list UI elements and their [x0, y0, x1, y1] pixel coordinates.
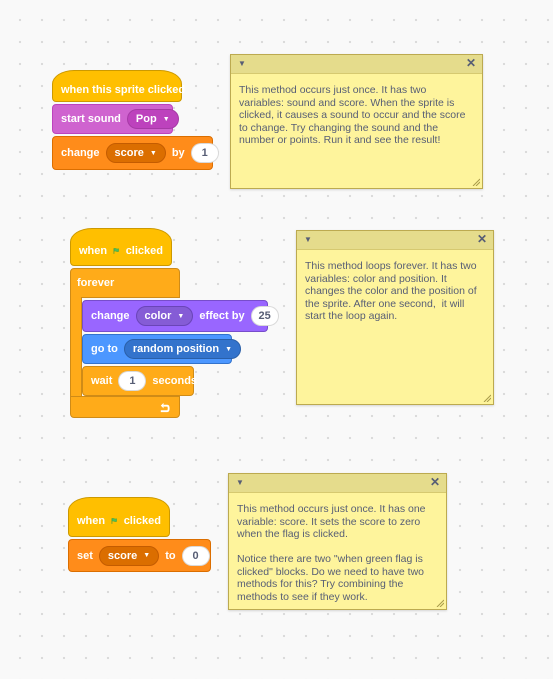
triangle-down-icon[interactable]: ▼ — [236, 478, 244, 487]
effect-by-label: effect by — [199, 310, 245, 322]
variable-dropdown-value: score — [114, 147, 144, 159]
comment-text[interactable]: This method occurs just once. It has one… — [229, 493, 446, 603]
variable-dropdown[interactable]: score ▼ — [105, 143, 166, 163]
resize-grip-icon[interactable] — [483, 394, 491, 402]
chevron-down-icon: ▼ — [143, 552, 151, 559]
comment-top-bar[interactable]: ▼ ✕ — [229, 474, 446, 493]
close-icon[interactable]: ✕ — [430, 475, 440, 489]
go-to-block[interactable]: go to random position ▼ — [82, 334, 241, 364]
by-label: by — [171, 147, 185, 159]
comment-note-3[interactable]: ▼ ✕ This method occurs just once. It has… — [228, 473, 447, 610]
resize-grip-icon[interactable] — [436, 599, 444, 607]
effect-value-input[interactable]: 25 — [250, 306, 279, 326]
set-label: set — [77, 549, 93, 562]
triangle-down-icon[interactable]: ▼ — [238, 59, 246, 68]
go-to-dropdown[interactable]: random position ▼ — [123, 339, 241, 359]
wait-label: wait — [91, 375, 113, 387]
go-to-label: go to — [91, 343, 118, 355]
change-score-block[interactable]: change score ▼ by 1 — [52, 136, 219, 170]
sound-dropdown-value: Pop — [135, 113, 157, 125]
change-value-input[interactable]: 1 — [190, 143, 219, 163]
when-flag-clicked-hat-2[interactable]: when clicked — [68, 497, 170, 537]
sound-dropdown[interactable]: Pop ▼ — [126, 109, 179, 129]
when-flag-clicked-hat[interactable]: when clicked — [70, 228, 172, 266]
hat-when-label: when — [79, 245, 108, 257]
set-value-input[interactable]: 0 — [181, 545, 210, 566]
close-icon[interactable]: ✕ — [466, 56, 476, 70]
comment-top-bar[interactable]: ▼ ✕ — [297, 231, 493, 250]
hat-label: when this sprite clicked — [61, 84, 186, 96]
variable-dropdown-value: score — [107, 549, 138, 562]
chevron-down-icon: ▼ — [149, 149, 157, 157]
forever-label: forever — [77, 277, 115, 289]
wait-value-input[interactable]: 1 — [118, 371, 147, 391]
resize-grip-icon[interactable] — [472, 178, 480, 186]
chevron-down-icon: ▼ — [177, 312, 185, 320]
comment-text[interactable]: This method loops forever. It has two va… — [297, 250, 493, 323]
wait-unit-label: seconds — [152, 375, 198, 387]
chevron-down-icon: ▼ — [162, 115, 170, 123]
wait-block[interactable]: wait 1 seconds — [82, 366, 198, 396]
go-to-dropdown-value: random position — [132, 343, 220, 355]
to-label: to — [165, 549, 176, 562]
comment-note-1[interactable]: ▼ ✕ This method occurs just once. It has… — [230, 54, 483, 189]
set-score-block[interactable]: set score ▼ to 0 — [68, 539, 211, 572]
effect-dropdown-value: color — [144, 310, 172, 322]
triangle-down-icon[interactable]: ▼ — [304, 235, 312, 244]
forever-block[interactable]: forever — [70, 268, 180, 298]
forever-bottom-arm — [70, 396, 180, 418]
loop-arrow-icon — [160, 402, 170, 412]
effect-dropdown[interactable]: color ▼ — [135, 306, 194, 326]
change-label: change — [61, 147, 100, 159]
hat-clicked-label: clicked — [123, 515, 161, 527]
variable-dropdown[interactable]: score ▼ — [98, 545, 160, 566]
green-flag-icon — [113, 248, 119, 254]
chevron-down-icon: ▼ — [225, 345, 232, 353]
change-effect-label: change — [91, 310, 130, 322]
comment-text[interactable]: This method occurs just once. It has two… — [231, 74, 482, 147]
green-flag-icon — [111, 518, 117, 524]
when-sprite-clicked-hat[interactable]: when this sprite clicked — [52, 70, 186, 102]
hat-when-label: when — [77, 515, 106, 527]
comment-note-2[interactable]: ▼ ✕ This method loops forever. It has tw… — [296, 230, 494, 405]
comment-top-bar[interactable]: ▼ ✕ — [231, 55, 482, 74]
change-effect-block[interactable]: change color ▼ effect by 25 — [82, 300, 279, 332]
start-sound-label: start sound — [61, 113, 121, 125]
hat-clicked-label: clicked — [125, 245, 163, 257]
start-sound-block[interactable]: start sound Pop ▼ — [52, 104, 179, 134]
forever-c-arm — [70, 297, 82, 397]
close-icon[interactable]: ✕ — [477, 232, 487, 246]
